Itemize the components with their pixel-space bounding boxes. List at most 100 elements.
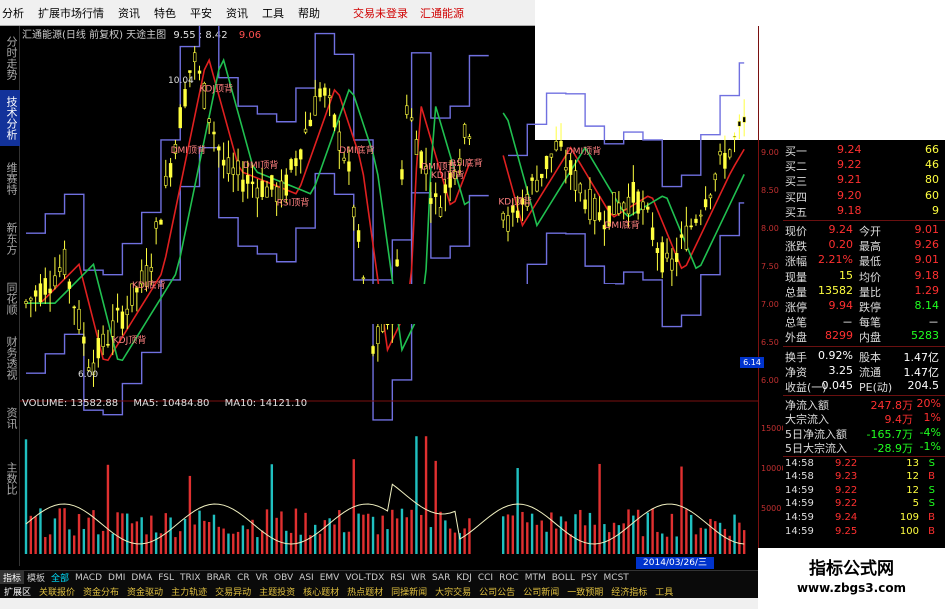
menu-help[interactable]: 帮助: [291, 5, 327, 21]
tab-technical[interactable]: 技术分析: [0, 90, 20, 146]
indicator-23[interactable]: PSY: [578, 573, 601, 583]
indicator-22[interactable]: BOLL: [549, 573, 578, 583]
indicator-12[interactable]: ASI: [296, 573, 317, 583]
ext-item-15[interactable]: 工具: [651, 585, 677, 598]
indicator-19[interactable]: CCI: [475, 573, 496, 583]
ext-item-9[interactable]: 同操新闻: [387, 585, 431, 598]
stat-value: －: [928, 316, 939, 330]
indicator-6[interactable]: FSL: [155, 573, 177, 583]
indicator-8[interactable]: BRAR: [204, 573, 234, 583]
menu-pingan[interactable]: 平安: [183, 5, 219, 21]
menu-news[interactable]: 资讯: [111, 5, 147, 21]
indicator-21[interactable]: MTM: [522, 573, 549, 583]
indicator-2[interactable]: 全部: [48, 571, 72, 584]
candle-body: [24, 301, 28, 304]
stat-label: 涨幅: [785, 255, 807, 269]
indicator-1[interactable]: 模板: [24, 571, 48, 584]
candle-body: [583, 199, 587, 210]
volume-bar: [44, 537, 47, 554]
volume-bar: [299, 534, 302, 554]
indicator-3[interactable]: MACD: [72, 573, 105, 583]
tab-tonghuashun[interactable]: 同花顺: [0, 270, 20, 326]
candle-body: [540, 173, 544, 179]
tick-side: B: [928, 525, 935, 537]
menu-feature[interactable]: 特色: [147, 5, 183, 21]
candle-body: [670, 258, 674, 271]
candle-body: [217, 146, 221, 151]
ext-item-12[interactable]: 公司新闻: [519, 585, 563, 598]
volume-bar: [627, 509, 630, 554]
volume-bar: [699, 527, 702, 554]
indicator-13[interactable]: EMV: [317, 573, 343, 583]
indicator-20[interactable]: ROC: [496, 573, 522, 583]
stat-label: 均价: [859, 270, 881, 284]
volume-bar: [680, 466, 683, 554]
volume-bar: [222, 528, 225, 554]
indicator-17[interactable]: SAR: [429, 573, 453, 583]
indicator-9[interactable]: CR: [234, 573, 253, 583]
stat-label: 最高: [859, 240, 881, 254]
menu-tools[interactable]: 工具: [255, 5, 291, 21]
tab-finance[interactable]: 财务透视: [0, 330, 20, 386]
stat-label: 总笔: [785, 316, 807, 330]
candle-body: [405, 105, 409, 115]
volume-bar: [656, 531, 659, 554]
volume-bar: [559, 516, 563, 554]
ext-item-6[interactable]: 主题投资: [255, 585, 299, 598]
flow-ratio: -1%: [919, 440, 941, 454]
ext-item-1[interactable]: 关联报价: [35, 585, 79, 598]
volume-bar: [530, 513, 534, 554]
menu-analysis[interactable]: 分析: [0, 5, 31, 21]
ext-item-3[interactable]: 资金驱动: [123, 585, 167, 598]
indicator-15[interactable]: RSI: [387, 573, 408, 583]
volume-bar: [48, 534, 52, 554]
volume-bar: [617, 525, 621, 554]
volume-bar: [448, 528, 452, 554]
volume-bar: [718, 522, 722, 554]
menu-info[interactable]: 资讯: [219, 5, 255, 21]
indicator-14[interactable]: VOL-TDX: [342, 573, 387, 583]
ext-item-11[interactable]: 公司公告: [475, 585, 519, 598]
stat-label: 外盘: [785, 331, 807, 345]
ext-item-5[interactable]: 交易异动: [211, 585, 255, 598]
tab-xindongfang[interactable]: 新东方: [0, 210, 20, 266]
tab-info[interactable]: 资讯: [0, 390, 20, 446]
ext-item-0[interactable]: 扩展区: [0, 585, 35, 598]
menu-ext-market[interactable]: 扩展市场行情: [31, 5, 111, 21]
indicator-4[interactable]: DMI: [105, 573, 128, 583]
stat-label: 最低: [859, 255, 881, 269]
indicator-5[interactable]: DMA: [128, 573, 155, 583]
indicator-11[interactable]: OBV: [271, 573, 296, 583]
candle-body: [626, 196, 631, 215]
indicator-24[interactable]: MCST: [601, 573, 632, 583]
stat-label: 现价: [785, 225, 807, 238]
ext-item-13[interactable]: 一致预期: [563, 585, 607, 598]
indicator-7[interactable]: TRIX: [177, 573, 204, 583]
kline-chart[interactable]: KDJ顶背 DMI顶背 KDJ顶背 DMI顶背 RSI顶背 KDJ底背 DMI底背 KDJ顶背…: [20, 26, 758, 571]
tab-weisaite[interactable]: 维赛特: [0, 150, 20, 206]
volume-bar: [603, 524, 606, 554]
trade-login-status[interactable]: 交易未登录: [347, 5, 414, 21]
tab-timeshare[interactable]: 分时走势: [0, 30, 20, 86]
candle-body: [559, 140, 563, 147]
tab-main-ratio[interactable]: 主数比: [0, 450, 20, 506]
candle-body: [111, 320, 115, 337]
candle-body: [241, 179, 245, 192]
tick-volume: 100: [899, 525, 919, 537]
indicator-18[interactable]: KDJ: [453, 573, 475, 583]
ext-item-4[interactable]: 主力轨迹: [167, 585, 211, 598]
volume-bar: [150, 515, 153, 554]
stat-label: 涨跌: [785, 240, 807, 254]
ext-item-8[interactable]: 热点题材: [343, 585, 387, 598]
indicator-10[interactable]: VR: [253, 573, 271, 583]
candle-body: [212, 131, 216, 135]
indicator-0[interactable]: 指标: [0, 571, 25, 584]
stat-value: 9.01: [914, 253, 940, 267]
ext-item-10[interactable]: 大宗交易: [431, 585, 475, 598]
ext-item-7[interactable]: 核心题材: [299, 585, 343, 598]
ext-item-2[interactable]: 资金分布: [79, 585, 123, 598]
indicator-16[interactable]: WR: [408, 573, 429, 583]
volume-bar: [391, 509, 394, 554]
ext-item-14[interactable]: 经济指标: [607, 585, 651, 598]
signal-label: DMI底背: [339, 144, 374, 156]
